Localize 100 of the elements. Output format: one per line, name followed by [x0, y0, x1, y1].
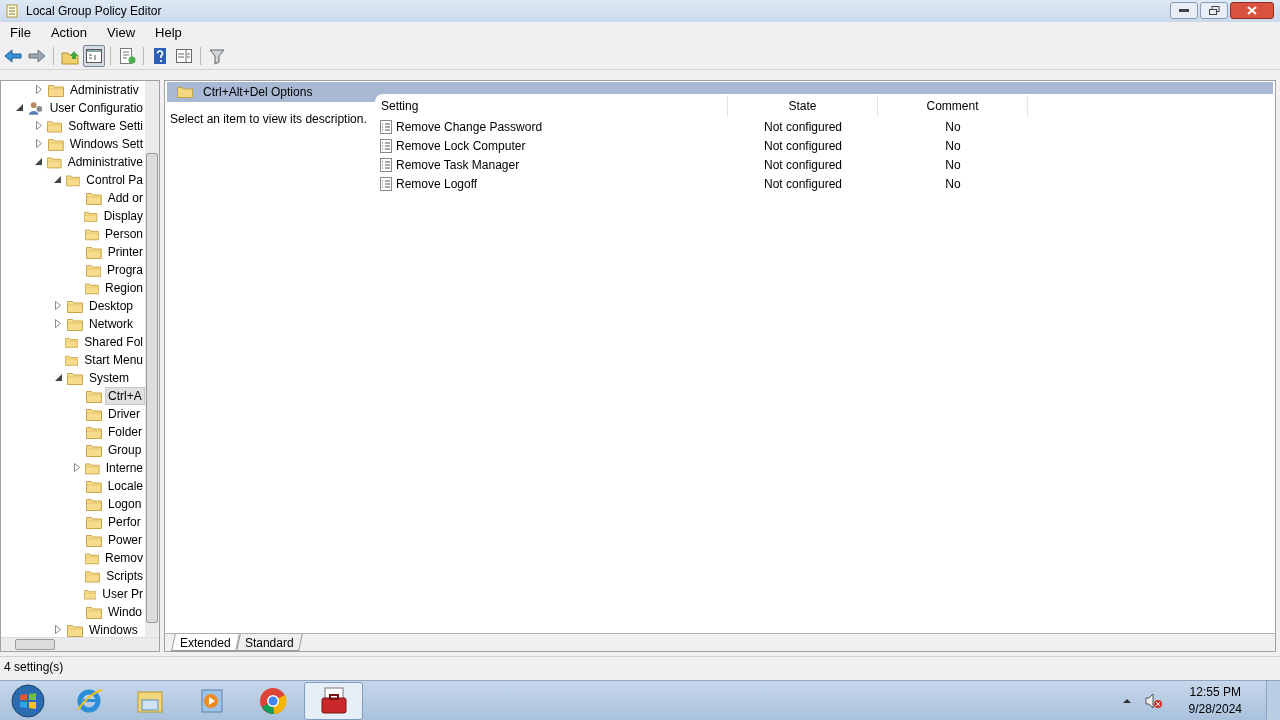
- collapsed-arrow-icon[interactable]: [55, 625, 61, 635]
- close-icon: [1247, 6, 1257, 16]
- collapsed-arrow-icon[interactable]: [55, 319, 61, 329]
- folder-icon: [47, 136, 64, 151]
- status-text: 4 setting(s): [4, 658, 64, 676]
- tree-item[interactable]: Interne: [103, 459, 145, 476]
- view-tab[interactable]: Extended: [171, 634, 240, 652]
- help-icon: [151, 47, 169, 66]
- console-tree-icon: [85, 47, 103, 66]
- menu-item[interactable]: Help: [145, 22, 192, 43]
- restore-button[interactable]: [1200, 2, 1228, 20]
- column-header[interactable]: State: [728, 94, 878, 117]
- menu-item[interactable]: File: [0, 22, 41, 43]
- users-icon: [28, 99, 44, 116]
- tree-item[interactable]: Display: [101, 207, 145, 224]
- tree-item[interactable]: Power: [106, 531, 144, 548]
- folder-icon: [84, 550, 99, 565]
- speaker-muted-icon[interactable]: [1144, 692, 1163, 709]
- tree-item[interactable]: Scripts: [104, 567, 145, 584]
- tree-item[interactable]: Logon: [106, 495, 144, 512]
- taskbar-button[interactable]: [304, 681, 363, 720]
- tree-item[interactable]: Administrativ: [68, 81, 141, 98]
- table-cell: Not configured: [763, 158, 842, 173]
- tree-item[interactable]: Add or: [105, 189, 145, 206]
- policy-icon: [380, 139, 392, 154]
- tree-item[interactable]: Driver: [106, 405, 142, 422]
- close-button[interactable]: [1230, 2, 1274, 20]
- collapsed-arrow-icon[interactable]: [55, 301, 61, 311]
- tree-item[interactable]: Windows: [87, 621, 140, 637]
- toolbox-icon: [318, 685, 349, 716]
- folder-icon: [48, 82, 64, 97]
- folder-icon: [86, 496, 102, 511]
- column-header[interactable]: Setting: [375, 94, 728, 117]
- folder-icon: [47, 154, 62, 169]
- tree-item[interactable]: Administrative: [65, 153, 145, 170]
- document-icon: [6, 3, 18, 18]
- show-hidden-icons-icon[interactable]: [1122, 698, 1131, 703]
- tree-item[interactable]: Group: [106, 441, 144, 458]
- details-heading: Ctrl+Alt+Del Options: [203, 83, 313, 101]
- menu-item[interactable]: View: [97, 22, 146, 43]
- minimize-icon: [1179, 9, 1189, 13]
- table-cell-text: Remove Change Password: [396, 119, 543, 137]
- expanded-arrow-icon[interactable]: [16, 104, 24, 112]
- collapsed-arrow-icon[interactable]: [36, 85, 42, 95]
- window-title: Local Group Policy Editor: [26, 2, 162, 20]
- tree-item[interactable]: Windo: [106, 603, 144, 620]
- tree-item[interactable]: Control Pa: [84, 171, 145, 188]
- action-pane-icon: [175, 47, 193, 66]
- view-tab[interactable]: Standard: [235, 634, 303, 652]
- tree-item[interactable]: Remov: [103, 549, 145, 566]
- expanded-arrow-icon[interactable]: [54, 374, 62, 382]
- tree-item[interactable]: Windows Sett: [67, 135, 145, 152]
- table-cell: No: [945, 158, 961, 173]
- tree-item[interactable]: Person: [102, 225, 145, 242]
- tree-item[interactable]: Software Setti: [66, 117, 145, 134]
- table-cell-text: Remove Task Manager: [396, 157, 520, 175]
- folder-icon: [86, 442, 102, 457]
- table-cell: Not configured: [763, 120, 842, 135]
- tree-item[interactable]: Region: [102, 279, 145, 296]
- tree-item[interactable]: Desktop: [87, 297, 136, 314]
- table-cell-text: Remove Lock Computer: [396, 138, 526, 156]
- expanded-arrow-icon[interactable]: [53, 176, 61, 184]
- folder-icon: [67, 622, 83, 637]
- clock-date: 9/28/2024: [1188, 700, 1242, 718]
- tree-item[interactable]: Printer: [105, 243, 145, 260]
- folder-icon: [85, 568, 101, 583]
- tree-item[interactable]: Folder: [106, 423, 144, 440]
- tree-item[interactable]: Perfor: [106, 513, 143, 530]
- forward-arrow-icon: [28, 47, 46, 66]
- folder-icon: [86, 388, 102, 403]
- toolbar-button[interactable]: [83, 45, 105, 68]
- expanded-arrow-icon[interactable]: [35, 158, 43, 166]
- collapsed-arrow-icon[interactable]: [73, 463, 80, 473]
- tree-item[interactable]: User Pr: [100, 585, 145, 602]
- tree-item[interactable]: User Configuratio: [47, 99, 145, 116]
- scrollbar[interactable]: [1, 636, 159, 651]
- collapsed-arrow-icon[interactable]: [35, 139, 42, 149]
- menu-item[interactable]: Action: [40, 22, 98, 43]
- clock[interactable]: 12:55 PM 9/28/2024: [1188, 683, 1242, 718]
- folder-icon: [177, 85, 193, 99]
- folder-icon: [67, 370, 83, 385]
- tree-item[interactable]: System: [87, 369, 131, 386]
- export-list-icon: [118, 47, 136, 66]
- folder-icon: [85, 190, 102, 205]
- tree-item[interactable]: Ctrl+A: [106, 387, 144, 404]
- start-button[interactable]: [10, 682, 46, 719]
- folder-icon: [86, 406, 102, 421]
- table-cell: No: [945, 120, 961, 135]
- scrollbar[interactable]: [145, 80, 159, 637]
- tree-item[interactable]: Locale: [105, 477, 145, 494]
- tree-item[interactable]: Start Menu: [82, 351, 145, 368]
- folder-icon: [67, 298, 83, 313]
- collapsed-arrow-icon[interactable]: [35, 121, 42, 131]
- tree-item[interactable]: Progra: [104, 261, 145, 278]
- folder-icon: [85, 244, 102, 259]
- tree-item[interactable]: Shared Fol: [82, 333, 145, 350]
- tree-item[interactable]: Network: [87, 315, 135, 332]
- column-header[interactable]: Comment: [878, 94, 1028, 117]
- minimize-button[interactable]: [1170, 2, 1198, 20]
- folder-icon: [85, 262, 101, 277]
